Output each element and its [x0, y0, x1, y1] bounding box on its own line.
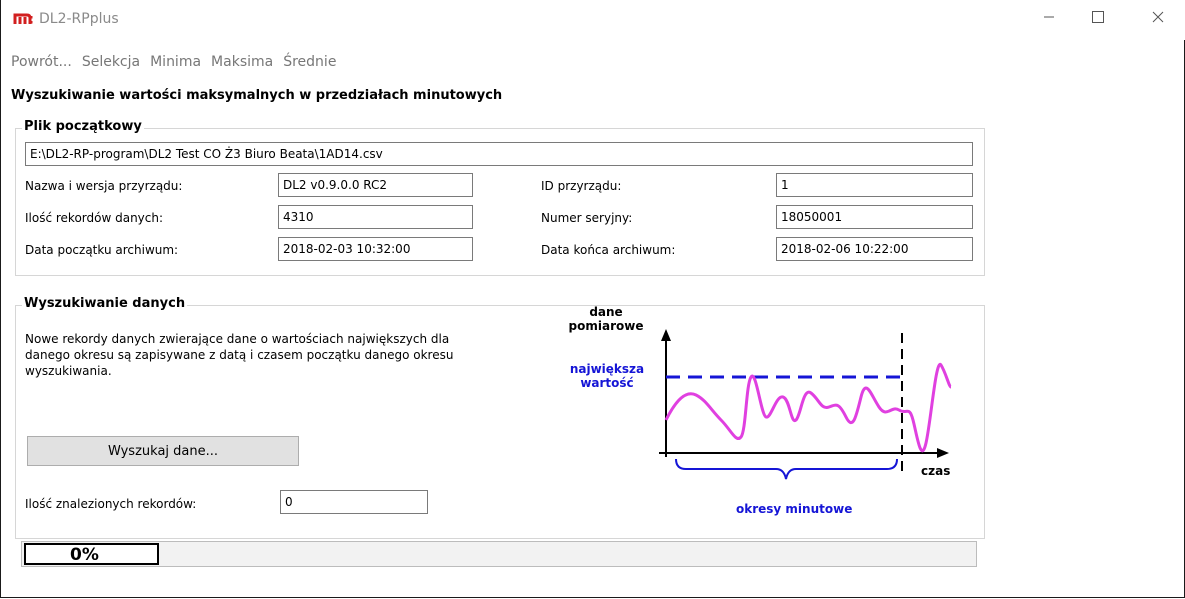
app-logo-icon: [13, 13, 33, 24]
app-window: DL2-RPplus Powrót... Selekcja Minima Mak…: [0, 0, 1185, 598]
window-title: DL2-RPplus: [39, 11, 119, 27]
title-bar: DL2-RPplus: [1, 0, 1185, 40]
search-data-button[interactable]: Wyszukaj dane...: [27, 436, 299, 466]
diagram-y-label-line1: dane: [589, 305, 623, 319]
diagram-period-label: okresy minutowe: [736, 502, 853, 516]
diagram-period-bracket: [675, 458, 898, 480]
device-id-field[interactable]: 1: [776, 173, 973, 197]
data-search-group-title: Wyszukiwanie danych: [22, 296, 188, 311]
diagram-max-label-line2: wartość: [580, 376, 634, 390]
search-description: Nowe rekordy danych zwierające dane o wa…: [25, 332, 454, 378]
device-name-label: Nazwa i wersja przyrządu:: [25, 179, 183, 193]
serial-number-field[interactable]: 18050001: [776, 205, 973, 229]
close-button[interactable]: [1135, 0, 1181, 34]
archive-end-field[interactable]: 2018-02-06 10:22:00: [776, 237, 973, 261]
menu-back[interactable]: Powrót...: [11, 50, 72, 76]
diagram-x-arrow: [937, 448, 949, 458]
close-icon: [1152, 11, 1164, 23]
archive-start-label: Data początku archiwum:: [25, 243, 179, 257]
diagram-y-arrow: [661, 329, 671, 341]
minimize-icon: [1044, 16, 1054, 18]
diagram-max-label-line1: największa: [569, 362, 645, 376]
page-title: Wyszukiwanie wartości maksymalnych w prz…: [11, 88, 503, 103]
serial-number-label: Numer seryjny:: [541, 211, 633, 225]
diagram-max-label: największa wartość: [557, 362, 657, 390]
source-file-group-title: Plik początkowy: [22, 119, 144, 134]
diagram-y-label: dane pomiarowe: [561, 305, 651, 333]
progress-label: 0%: [24, 543, 159, 565]
source-file-path-field[interactable]: E:\DL2-RP-program\DL2 Test CO Ż3 Biuro B…: [25, 142, 973, 166]
archive-end-label: Data końca archiwum:: [541, 243, 676, 257]
menu-averages[interactable]: Średnie: [283, 50, 336, 76]
maximize-icon: [1092, 11, 1104, 23]
found-records-field[interactable]: 0: [280, 490, 428, 514]
diagram-y-label-line2: pomiarowe: [568, 319, 644, 333]
minimize-button[interactable]: [1026, 0, 1072, 34]
records-count-label: Ilość rekordów danych:: [25, 211, 164, 225]
device-id-label: ID przyrządu:: [541, 179, 622, 193]
menu-maxima[interactable]: Maksima: [211, 50, 273, 76]
maximize-button[interactable]: [1075, 0, 1121, 34]
archive-start-field[interactable]: 2018-02-03 10:32:00: [278, 237, 473, 261]
menu-minima[interactable]: Minima: [150, 50, 201, 76]
records-count-field[interactable]: 4310: [278, 205, 473, 229]
device-name-field[interactable]: DL2 v0.9.0.0 RC2: [278, 173, 473, 197]
menu-bar: Powrót... Selekcja Minima Maksima Średni…: [1, 50, 336, 76]
max-value-diagram: [659, 329, 953, 480]
menu-selection[interactable]: Selekcja: [82, 50, 140, 76]
found-records-label: Ilość znalezionych rekordów:: [25, 497, 197, 511]
progress-bar: 0%: [21, 541, 977, 567]
